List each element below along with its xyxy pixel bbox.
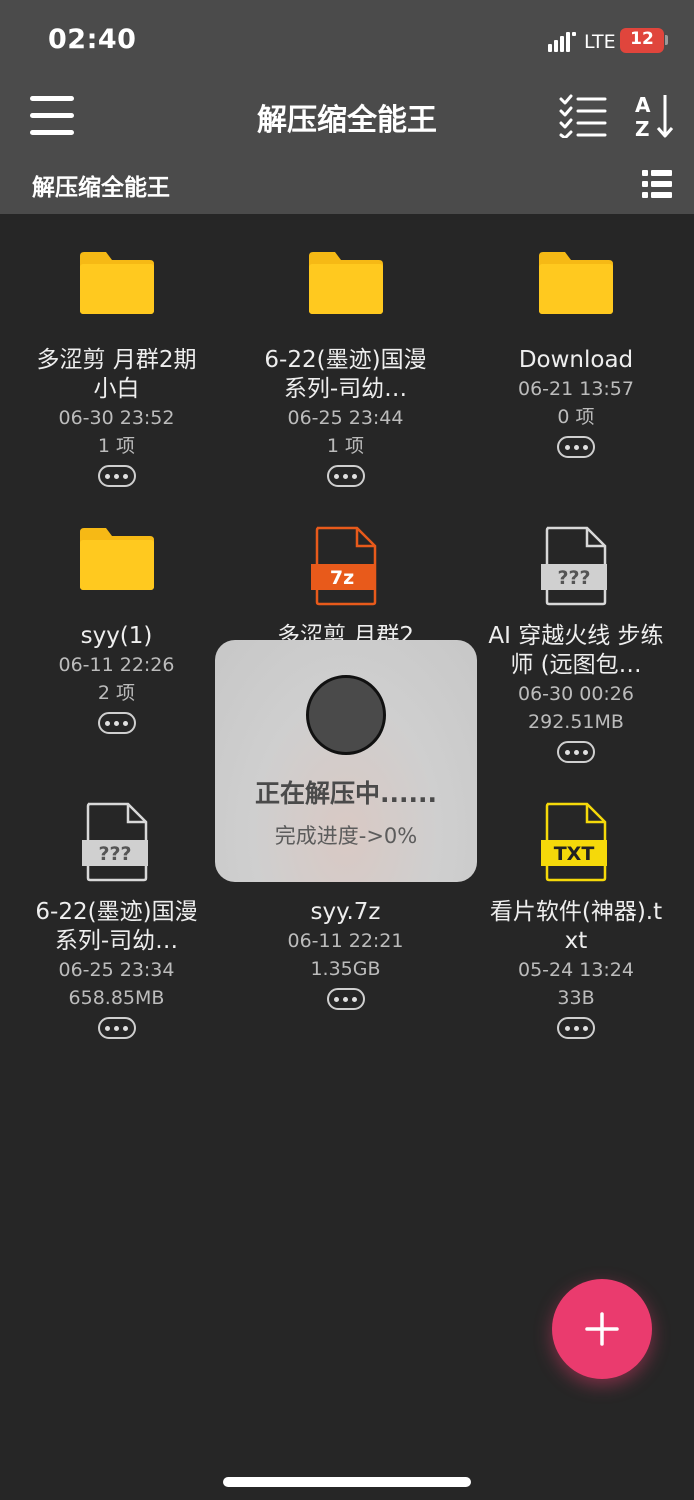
file-name: 6-22(墨迹)国漫系列-司幼… — [264, 347, 427, 402]
file-date: 06-25 23:44 — [287, 407, 404, 429]
file-date: 06-11 22:21 — [287, 930, 404, 952]
more-options-icon[interactable] — [326, 988, 365, 1010]
file-info: 1 项 — [326, 435, 365, 457]
breadcrumb[interactable]: 解压缩全能王 — [32, 168, 170, 202]
file-item[interactable]: TXT 看片软件(神器).txt 05-24 13:24 33B — [458, 802, 694, 1078]
unknown-file-icon: ??? — [81, 802, 148, 882]
list-view-icon[interactable] — [642, 168, 672, 200]
status-time: 02:40 — [48, 24, 137, 55]
dialog-title: 正在解压中...... — [255, 779, 437, 808]
home-indicator[interactable] — [223, 1477, 471, 1487]
txt-file-icon: TXT — [541, 802, 607, 882]
file-info: 33B — [557, 987, 595, 1009]
file-info: 0 项 — [557, 406, 595, 428]
file-date: 06-11 22:26 — [58, 654, 175, 676]
file-type-badge: ??? — [98, 843, 131, 865]
more-options-icon[interactable] — [557, 741, 595, 763]
file-item[interactable]: 多涩剪 月群2期小白 06-30 23:52 1 项 — [0, 250, 233, 526]
svg-text:A: A — [635, 93, 651, 117]
plus-icon — [585, 1312, 619, 1346]
add-button[interactable] — [552, 1279, 652, 1379]
loading-spinner-icon — [306, 675, 386, 755]
more-options-icon[interactable] — [326, 465, 365, 487]
folder-icon — [539, 252, 613, 314]
file-name: Download — [518, 347, 634, 373]
file-item[interactable]: Download 06-21 13:57 0 项 — [458, 250, 694, 526]
battery-icon: 12 — [620, 28, 664, 53]
folder-icon — [79, 252, 154, 314]
file-name: 多涩剪 月群2期小白 — [36, 347, 197, 402]
app-bar: 解压缩全能王 A Z 解压缩全能王 — [0, 84, 694, 214]
file-name: 看片软件(神器).txt — [489, 899, 663, 954]
file-date: 06-30 00:26 — [517, 683, 634, 705]
file-info: 2 项 — [97, 682, 136, 704]
more-options-icon[interactable] — [557, 436, 595, 458]
svg-text:Z: Z — [635, 117, 650, 140]
file-type-badge: 7z — [329, 567, 353, 589]
battery-level: 12 — [630, 29, 654, 49]
more-options-icon[interactable] — [97, 712, 136, 734]
file-date: 06-25 23:34 — [58, 959, 175, 981]
unknown-file-icon: ??? — [541, 526, 607, 606]
file-info: 1 项 — [97, 435, 136, 457]
signal-icon — [548, 32, 576, 52]
file-name: 6-22(墨迹)国漫系列-司幼… — [35, 899, 198, 954]
folder-icon — [79, 528, 154, 590]
status-bar: 02:40 LTE 12 — [0, 0, 694, 84]
folder-icon — [308, 252, 383, 314]
file-item[interactable]: ??? AI 穿越火线 步练师 (远图包… 06-30 00:26 292.51… — [458, 526, 694, 802]
file-date: 05-24 13:24 — [517, 959, 634, 981]
more-options-icon[interactable] — [97, 465, 136, 487]
file-type-badge: TXT — [554, 843, 595, 865]
more-options-icon[interactable] — [97, 1017, 136, 1039]
more-options-icon[interactable] — [557, 1017, 595, 1039]
archive-7z-icon: 7z — [310, 526, 376, 606]
file-info: 658.85MB — [68, 987, 165, 1009]
file-date: 06-21 13:57 — [517, 378, 634, 400]
dialog-progress-text: 完成进度->0% — [274, 824, 418, 848]
file-date: 06-30 23:52 — [58, 407, 175, 429]
file-type-badge: ??? — [557, 567, 590, 589]
file-info: 292.51MB — [528, 711, 624, 733]
file-item[interactable]: 6-22(墨迹)国漫系列-司幼… 06-25 23:44 1 项 — [233, 250, 458, 526]
sort-az-icon[interactable]: A Z — [634, 92, 674, 140]
extract-progress-dialog: 正在解压中...... 完成进度->0% — [215, 640, 477, 882]
file-item[interactable]: syy(1) 06-11 22:26 2 项 — [0, 526, 233, 802]
file-info: 1.35GB — [310, 958, 381, 980]
file-name: syy.7z — [310, 899, 381, 925]
checklist-icon[interactable] — [558, 94, 608, 138]
network-type: LTE — [584, 31, 616, 53]
file-name: AI 穿越火线 步练师 (远图包… — [488, 623, 664, 678]
battery-cap — [665, 35, 668, 45]
file-name: syy(1) — [80, 623, 153, 649]
file-item[interactable]: ??? 6-22(墨迹)国漫系列-司幼… 06-25 23:34 658.85M… — [0, 802, 233, 1078]
